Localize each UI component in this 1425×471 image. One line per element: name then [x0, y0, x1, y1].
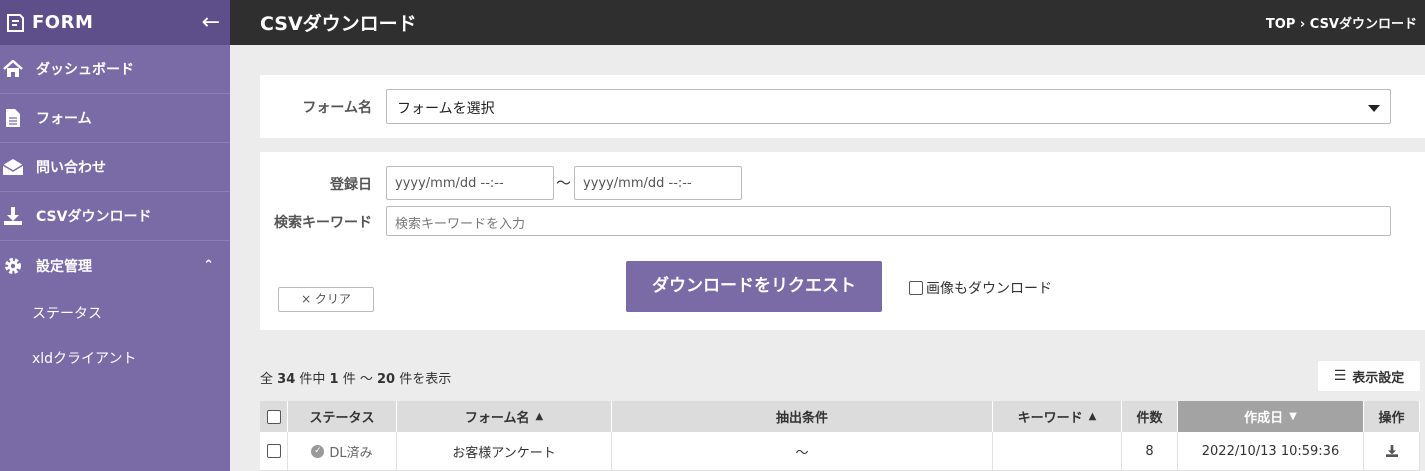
gear-icon: [2, 256, 24, 276]
home-icon: [2, 59, 24, 79]
actions-cell: [1364, 432, 1420, 471]
page-title: CSVダウンロード: [260, 13, 417, 35]
sort-desc-icon: ▼: [1289, 411, 1297, 422]
download-icon: [2, 206, 24, 226]
sliders-icon: ☰: [1333, 368, 1347, 384]
form-name-cell: お客様アンケート: [397, 432, 612, 471]
logo-icon: [7, 13, 24, 32]
sidebar-item-inquiries[interactable]: 問い合わせ: [0, 143, 230, 192]
filter-card: 登録日 yyyy/mm/dd --:-- 〜 yyyy/mm/dd --:-- …: [260, 152, 1425, 330]
check-circle-icon: ✓: [311, 444, 325, 458]
form-name-label: フォーム名: [302, 100, 372, 116]
row-checkbox[interactable]: [266, 444, 281, 458]
download-icon[interactable]: [1385, 445, 1398, 457]
download-table: ステータス フォーム名 ▲︎ 抽出条件 キーワード ▲︎ 件数 作成日 ▼ 操作 ✓ D…: [260, 401, 1420, 471]
column-keyword-label: キーワード: [1017, 411, 1083, 426]
download-images-checkbox[interactable]: [909, 281, 923, 295]
table-header-row: ステータス フォーム名 ▲︎ 抽出条件 キーワード ▲︎ 件数 作成日 ▼ 操作: [260, 401, 1420, 432]
sort-icon: ▲︎: [1088, 411, 1097, 422]
sort-icon: ▲︎: [535, 411, 544, 422]
breadcrumb: TOP › CSVダウンロード: [1266, 13, 1417, 32]
main-area: CSVダウンロード TOP › CSVダウンロード フォーム名 フォームを選択 …: [230, 0, 1425, 471]
sidebar-subitem-status[interactable]: ステータス: [0, 290, 230, 335]
column-form-name-label: フォーム名: [464, 411, 530, 426]
column-actions: 操作: [1364, 401, 1420, 432]
download-images-option[interactable]: 画像もダウンロード: [909, 278, 1052, 298]
created-cell: 2022/10/13 10:59:36: [1178, 432, 1364, 471]
breadcrumb-separator: ›: [1299, 17, 1306, 32]
result-count: 全 34 件中 1 件 〜 20 件を表示: [260, 372, 452, 387]
sidebar-item-label: CSVダウンロード: [36, 209, 152, 225]
sidebar-item-csv-download[interactable]: CSVダウンロード: [0, 192, 230, 241]
sidebar-item-label: 問い合わせ: [36, 160, 106, 176]
column-created-label: 作成日: [1244, 411, 1284, 426]
date-range-separator: 〜: [556, 174, 572, 192]
collapse-arrow-icon[interactable]: ←: [202, 11, 220, 34]
status-badge: ✓ DL済み: [311, 442, 373, 461]
envelope-icon: [2, 157, 24, 177]
caret-down-icon: [1368, 105, 1380, 112]
breadcrumb-current: CSVダウンロード: [1309, 17, 1417, 32]
chevron-up-icon[interactable]: ⌃: [203, 258, 214, 273]
sidebar-item-forms[interactable]: フォーム: [0, 94, 230, 143]
date-from-input[interactable]: yyyy/mm/dd --:--: [386, 166, 554, 200]
download-images-label: 画像もダウンロード: [926, 281, 1052, 297]
table-row: ✓ DL済み お客様アンケート 〜 8 2022/10/13 10:59:36: [260, 432, 1420, 471]
clear-button[interactable]: × クリア: [278, 287, 374, 312]
select-all-checkbox[interactable]: [266, 409, 281, 424]
keyword-cell: [993, 432, 1122, 471]
document-icon: [2, 108, 24, 128]
column-form-name[interactable]: フォーム名 ▲︎: [397, 401, 612, 432]
form-select-value: フォームを選択: [397, 101, 495, 117]
display-settings-button[interactable]: ☰ 表示設定: [1318, 361, 1420, 391]
sidebar-item-dashboard[interactable]: ダッシュボード: [0, 45, 230, 94]
select-all-cell: [260, 401, 288, 432]
breadcrumb-top-link[interactable]: TOP: [1266, 17, 1295, 32]
sidebar-subitem-client[interactable]: xldクライアント: [0, 335, 230, 380]
row-select-cell: [260, 432, 288, 471]
top-bar: CSVダウンロード TOP › CSVダウンロード: [230, 0, 1425, 45]
column-status: ステータス: [288, 401, 397, 432]
sidebar-item-label: フォーム: [36, 111, 92, 127]
condition-cell: 〜: [612, 432, 993, 471]
column-keyword[interactable]: キーワード ▲︎: [993, 401, 1122, 432]
form-select[interactable]: フォームを選択: [386, 89, 1391, 124]
column-count: 件数: [1122, 401, 1178, 432]
sidebar-item-settings[interactable]: 設定管理 ⌃: [0, 241, 230, 290]
keyword-input[interactable]: 検索キーワードを入力: [386, 206, 1391, 236]
request-download-button[interactable]: ダウンロードをリクエスト: [626, 261, 882, 312]
display-settings-label: 表示設定: [1352, 370, 1405, 386]
sidebar-item-label: 設定管理: [36, 258, 92, 275]
column-condition: 抽出条件: [612, 401, 993, 432]
status-text: DL済み: [329, 445, 373, 461]
column-created[interactable]: 作成日 ▼: [1178, 401, 1364, 432]
sidebar-item-label: ダッシュボード: [36, 62, 134, 78]
date-to-input[interactable]: yyyy/mm/dd --:--: [574, 166, 742, 200]
registration-date-label: 登録日: [330, 177, 372, 193]
brand-name: FORM: [32, 12, 94, 33]
keyword-label: 検索キーワード: [274, 215, 372, 231]
count-cell: 8: [1122, 432, 1178, 471]
status-cell: ✓ DL済み: [288, 432, 397, 471]
sidebar: FORM ← ダッシュボード フォーム 問い合わせ CSVダウンロード 設定管理…: [0, 0, 230, 471]
sidebar-header: FORM ←: [0, 0, 230, 45]
form-select-card: フォーム名 フォームを選択: [260, 75, 1425, 138]
